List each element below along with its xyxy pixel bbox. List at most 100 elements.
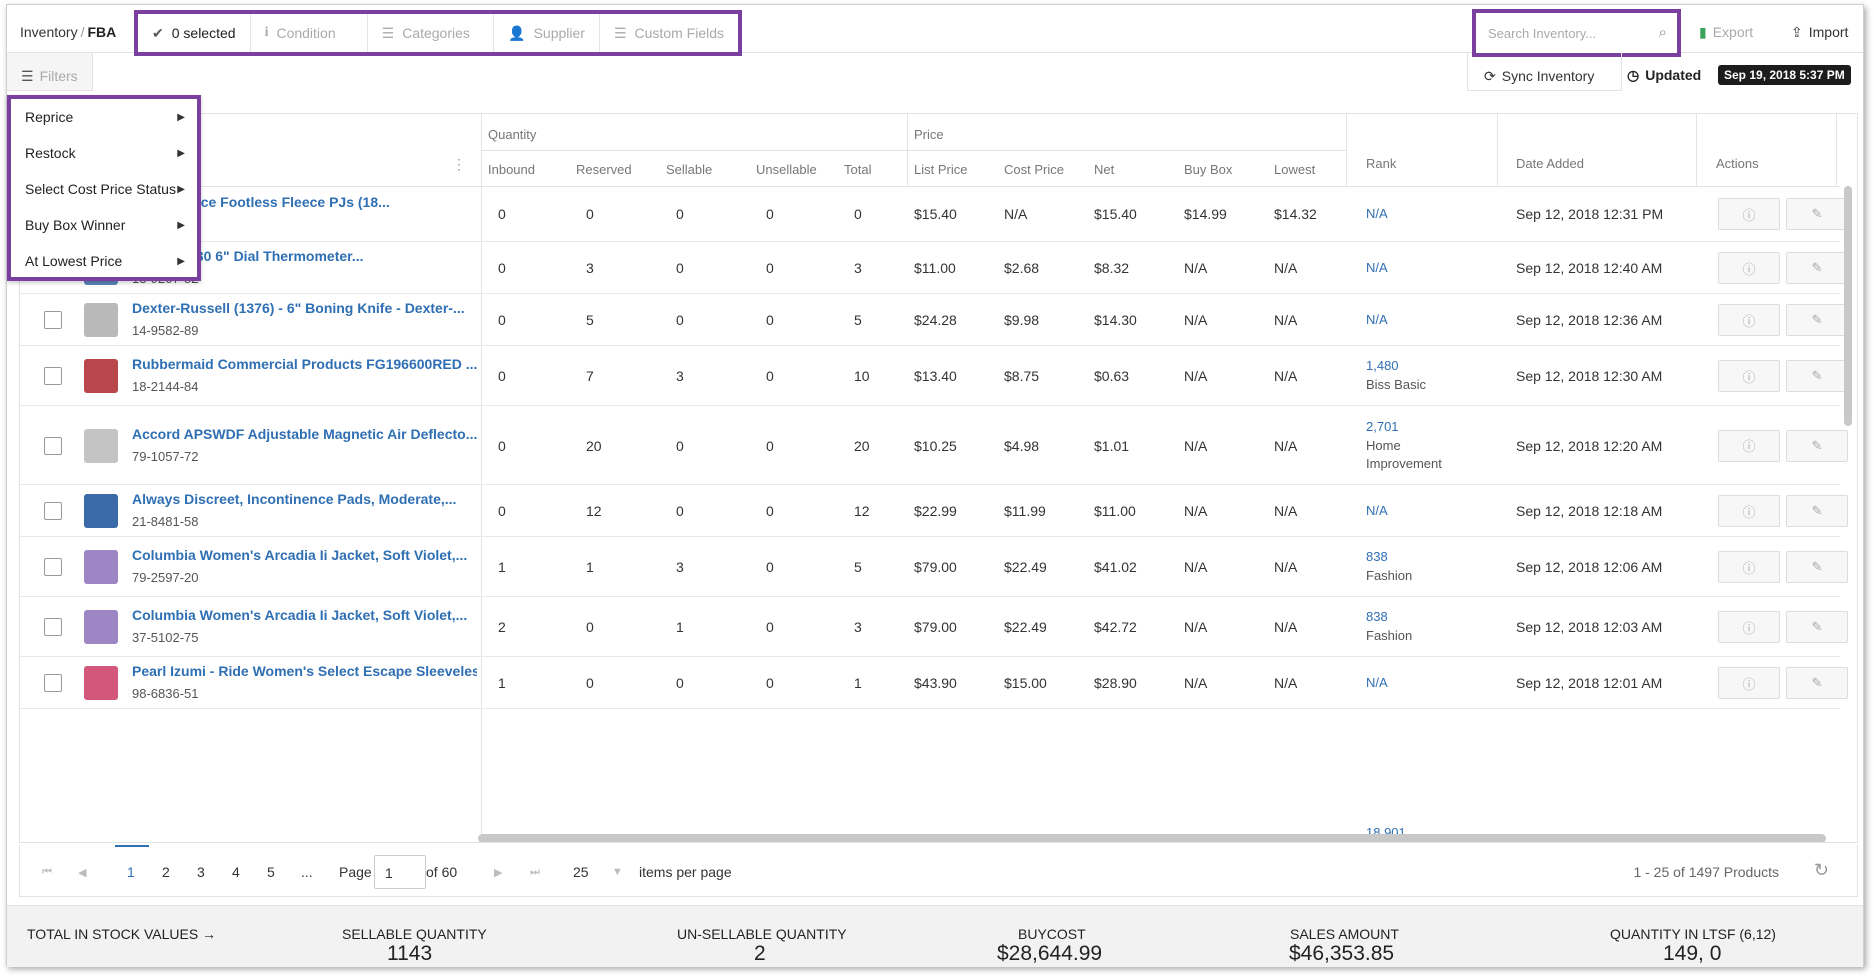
menu-item-at-lowest-price[interactable]: At Lowest Price ▶ — [11, 243, 197, 279]
cell-net: $8.32 — [1094, 260, 1130, 276]
edit-button[interactable]: ✎ — [1786, 304, 1848, 336]
details-button[interactable]: ⓘ — [1718, 304, 1780, 336]
details-button[interactable]: ⓘ — [1718, 198, 1780, 230]
header-rank[interactable]: Rank — [1366, 156, 1396, 171]
menu-item-restock[interactable]: Restock ▶ — [11, 135, 197, 171]
product-thumbnail[interactable] — [84, 359, 118, 393]
last-page-icon[interactable]: ⏭ — [530, 866, 540, 879]
page-number[interactable]: 4 — [232, 864, 240, 880]
header-buy-box[interactable]: Buy Box — [1184, 162, 1232, 177]
edit-button[interactable]: ✎ — [1786, 429, 1848, 462]
product-title-link[interactable]: Columbia Women's Arcadia Ii Jacket, Soft… — [132, 547, 477, 563]
filters-button[interactable]: ☰ Filters — [7, 53, 93, 91]
cell-list-price: $22.99 — [914, 503, 957, 519]
rank-value-link[interactable]: 838 — [1366, 549, 1388, 564]
row-checkbox[interactable] — [44, 436, 62, 455]
rank-value-link[interactable]: N/A — [1366, 503, 1388, 518]
page-number[interactable]: 5 — [267, 864, 275, 880]
kebab-menu-icon[interactable]: ⋮ — [452, 156, 466, 173]
edit-button[interactable]: ✎ — [1786, 252, 1848, 284]
first-page-icon[interactable]: ⏮ — [42, 866, 52, 879]
details-button[interactable]: ⓘ — [1718, 495, 1780, 527]
product-title-link[interactable]: Accord APSWDF Adjustable Magnetic Air De… — [132, 426, 477, 442]
condition-button[interactable]: i Condition — [251, 14, 368, 52]
breadcrumb-root[interactable]: Inventory — [20, 24, 78, 40]
menu-item-reprice[interactable]: Reprice ▶ — [11, 99, 197, 135]
details-button[interactable]: ⓘ — [1718, 551, 1780, 583]
header-list-price[interactable]: List Price — [914, 162, 967, 177]
header-unsellable[interactable]: Unsellable — [756, 162, 817, 177]
supplier-button[interactable]: 👤 Supplier — [494, 14, 600, 52]
product-title-link[interactable]: Pearl Izumi - Ride Women's Select Escape… — [132, 663, 477, 679]
page-number-input[interactable]: 1 — [374, 855, 426, 889]
vertical-scrollbar[interactable] — [1844, 186, 1852, 426]
header-sellable[interactable]: Sellable — [666, 162, 712, 177]
per-page-select[interactable]: 25 — [573, 864, 589, 880]
edit-button[interactable]: ✎ — [1786, 611, 1848, 643]
page-number[interactable]: 2 — [162, 864, 170, 880]
details-button[interactable]: ⓘ — [1718, 667, 1780, 699]
product-title-link[interactable]: Rubbermaid Commercial Products FG196600R… — [132, 356, 477, 372]
header-cost-price[interactable]: Cost Price — [1004, 162, 1064, 177]
edit-button[interactable]: ✎ — [1786, 198, 1848, 230]
row-checkbox[interactable] — [44, 674, 62, 692]
date-added: Sep 12, 2018 12:18 AM — [1516, 503, 1663, 519]
header-reserved[interactable]: Reserved — [576, 162, 632, 177]
edit-button[interactable]: ✎ — [1786, 551, 1848, 583]
product-thumbnail[interactable] — [84, 666, 118, 700]
page-ellipsis[interactable]: ... — [301, 864, 313, 880]
cell-cost-price: $15.00 — [1004, 675, 1047, 691]
rank-value-link[interactable]: N/A — [1366, 260, 1388, 275]
search-input[interactable] — [1476, 13, 1677, 53]
details-button[interactable]: ⓘ — [1718, 360, 1780, 392]
product-title-link[interactable]: Dexter-Russell (1376) - 6" Boning Knife … — [132, 300, 477, 316]
export-button[interactable]: ▮ Export — [1699, 24, 1753, 41]
chevron-down-icon[interactable]: ▼ — [612, 866, 623, 878]
row-checkbox[interactable] — [44, 311, 62, 329]
rank-value-link[interactable]: 1,480 — [1366, 358, 1399, 373]
header-date-added[interactable]: Date Added — [1516, 156, 1584, 171]
details-button[interactable]: ⓘ — [1718, 611, 1780, 643]
selected-count-button[interactable]: ✔ 0 selected — [138, 14, 251, 52]
categories-button[interactable]: ☰ Categories — [368, 14, 495, 52]
row-checkbox[interactable] — [44, 558, 62, 576]
prev-page-icon[interactable]: ◀ — [78, 866, 86, 879]
horizontal-scrollbar[interactable] — [478, 834, 1826, 842]
menu-item-cost-price-status[interactable]: Select Cost Price Status ▶ — [11, 171, 197, 207]
product-thumbnail[interactable] — [84, 494, 118, 528]
rank-value-link[interactable]: 2,701 — [1366, 419, 1399, 434]
custom-fields-button[interactable]: ☰ Custom Fields — [600, 14, 738, 52]
rank-value-link[interactable]: N/A — [1366, 206, 1388, 221]
header-lowest[interactable]: Lowest — [1274, 162, 1315, 177]
row-checkbox[interactable] — [44, 618, 62, 636]
rank-value-link[interactable]: N/A — [1366, 675, 1388, 690]
product-thumbnail[interactable] — [84, 550, 118, 584]
edit-button[interactable]: ✎ — [1786, 360, 1848, 392]
rank-value-link[interactable]: 838 — [1366, 609, 1388, 624]
product-title-link[interactable]: Always Discreet, Incontinence Pads, Mode… — [132, 491, 477, 507]
header-inbound[interactable]: Inbound — [488, 162, 535, 177]
header-net[interactable]: Net — [1094, 162, 1114, 177]
header-total[interactable]: Total — [844, 162, 871, 177]
import-button[interactable]: ⇪ Import — [1791, 24, 1848, 41]
next-page-icon[interactable]: ▶ — [494, 866, 502, 879]
product-title-link[interactable]: Columbia Women's Arcadia Ii Jacket, Soft… — [132, 607, 477, 623]
page-number[interactable]: 1 — [127, 864, 135, 880]
search-icon[interactable]: ⌕ — [1659, 24, 1667, 41]
sync-inventory-button[interactable]: ⟳ Sync Inventory — [1467, 53, 1622, 91]
rank-value-link[interactable]: N/A — [1366, 312, 1388, 327]
refresh-icon[interactable]: ↻ — [1814, 860, 1829, 881]
edit-button[interactable]: ✎ — [1786, 667, 1848, 699]
pencil-icon: ✎ — [1811, 368, 1823, 383]
edit-button[interactable]: ✎ — [1786, 495, 1848, 527]
page-number[interactable]: 3 — [197, 864, 205, 880]
row-checkbox[interactable] — [44, 367, 62, 385]
details-button[interactable]: ⓘ — [1718, 429, 1780, 462]
product-thumbnail[interactable] — [84, 303, 118, 337]
updated-timestamp-badge: Sep 19, 2018 5:37 PM — [1718, 65, 1851, 85]
product-thumbnail[interactable] — [84, 428, 118, 463]
product-thumbnail[interactable] — [84, 610, 118, 644]
row-checkbox[interactable] — [44, 502, 62, 520]
menu-item-buy-box-winner[interactable]: Buy Box Winner ▶ — [11, 207, 197, 243]
details-button[interactable]: ⓘ — [1718, 252, 1780, 284]
